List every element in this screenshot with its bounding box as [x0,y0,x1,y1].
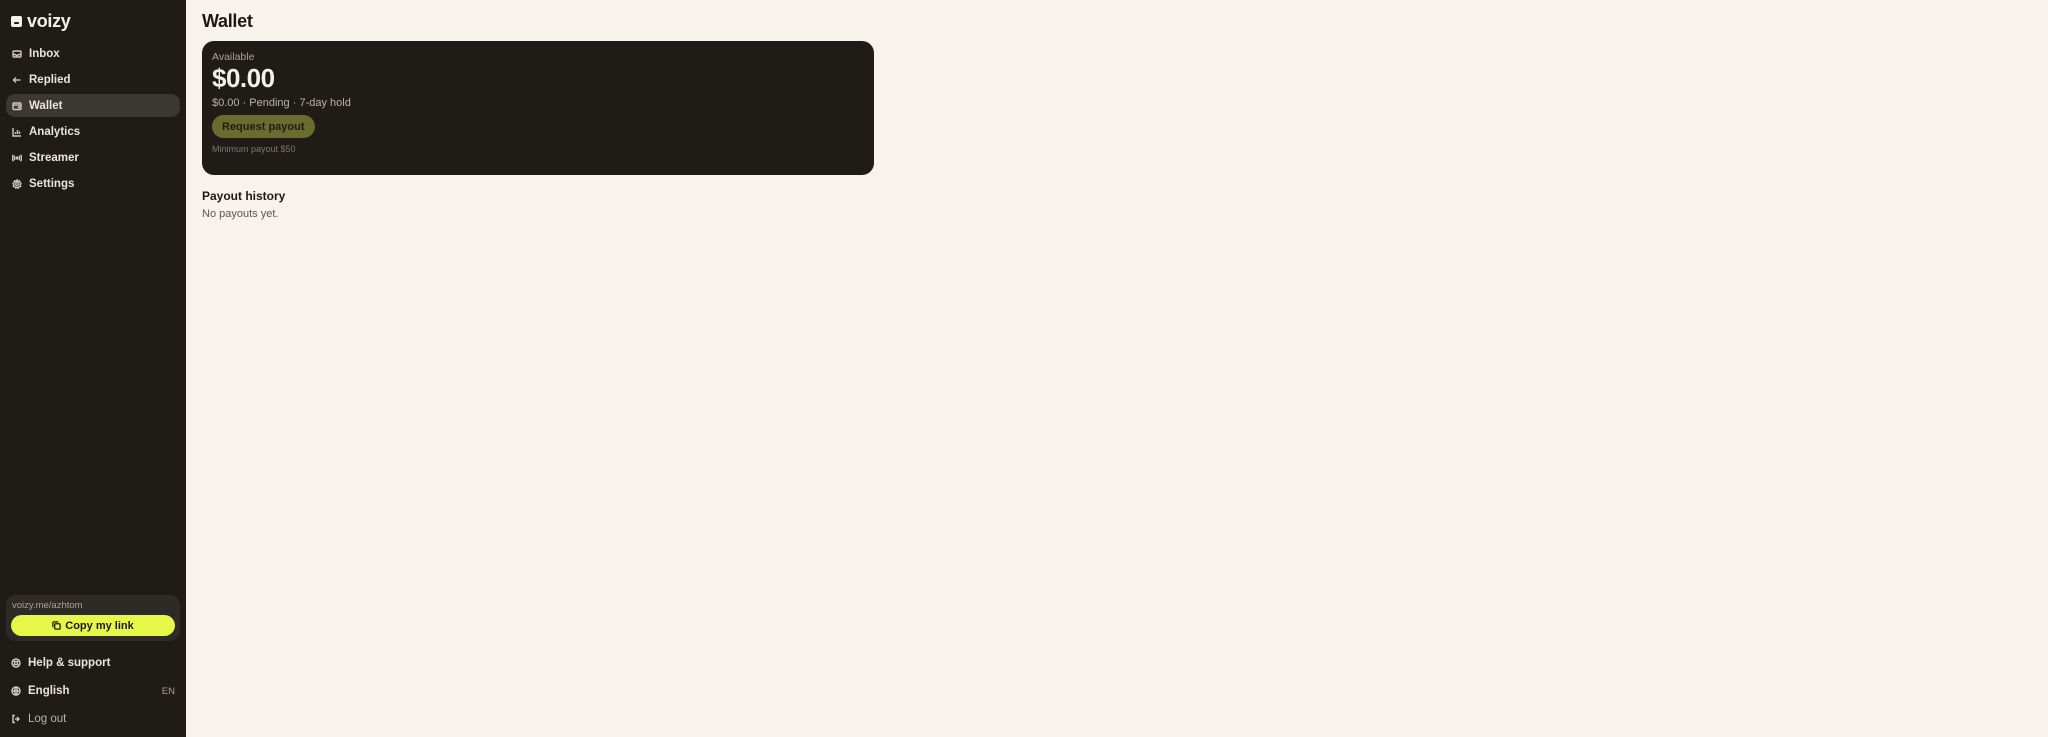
logout-label: Log out [28,713,67,725]
sidebar-item-label: Wallet [29,99,63,112]
payout-history-empty: No payouts yet. [202,208,279,220]
sidebar-nav: Inbox Replied Wallet Analytics Streamer [6,42,180,195]
brand-name: voizy [27,10,71,31]
help-support-label: Help & support [28,657,111,669]
share-link-card: voizy.me/azhtom Copy my link [6,595,180,641]
language-selector[interactable]: English EN [6,677,180,705]
logout-link[interactable]: Log out [6,705,180,733]
profile-link-url: voizy.me/azhtom [12,600,83,611]
sidebar-item-label: Analytics [29,125,81,138]
logout-icon [11,714,21,724]
brand[interactable]: voizy [6,0,180,40]
sidebar-item-label: Inbox [29,47,60,60]
broadcast-icon [12,153,22,163]
sidebar: voizy Inbox Replied Wallet Analytics Str… [0,0,186,737]
wallet-icon [12,101,22,111]
sidebar-item-analytics[interactable]: Analytics [6,120,180,143]
inbox-icon [12,49,22,59]
sidebar-item-inbox[interactable]: Inbox [6,42,180,65]
copy-icon [52,621,61,630]
minimum-payout-note: Minimum payout $50 [212,144,296,154]
sidebar-item-settings[interactable]: Settings [6,172,180,195]
help-icon [11,658,21,668]
sidebar-item-wallet[interactable]: Wallet [6,94,180,117]
sidebar-item-replied[interactable]: Replied [6,68,180,91]
available-label: Available [212,51,255,63]
pending-info: $0.00 · Pending · 7-day hold [212,97,351,109]
copy-link-label: Copy my link [65,619,134,632]
help-support-link[interactable]: Help & support [6,649,180,677]
page-title: Wallet [202,11,253,31]
sidebar-bottom-pad [6,733,180,737]
payout-history-title: Payout history [202,189,286,203]
reply-icon [12,75,22,85]
language-label: English [28,685,70,697]
gear-icon [12,178,22,189]
request-payout-button[interactable]: Request payout [212,115,315,138]
wallet-balance-card: Available $0.00 $0.00 · Pending · 7-day … [202,41,874,175]
copy-link-button[interactable]: Copy my link [11,615,175,636]
sidebar-item-label: Streamer [29,151,79,164]
chart-icon [12,127,22,137]
sidebar-item-streamer[interactable]: Streamer [6,146,180,169]
sidebar-item-label: Settings [29,177,75,190]
globe-icon [11,686,21,696]
main-content: Wallet Available $0.00 $0.00 · Pending ·… [186,0,2048,737]
language-code: EN [161,685,175,697]
voizy-logo-icon [11,15,22,27]
available-amount: $0.00 [212,63,275,93]
sidebar-item-label: Replied [29,73,71,86]
